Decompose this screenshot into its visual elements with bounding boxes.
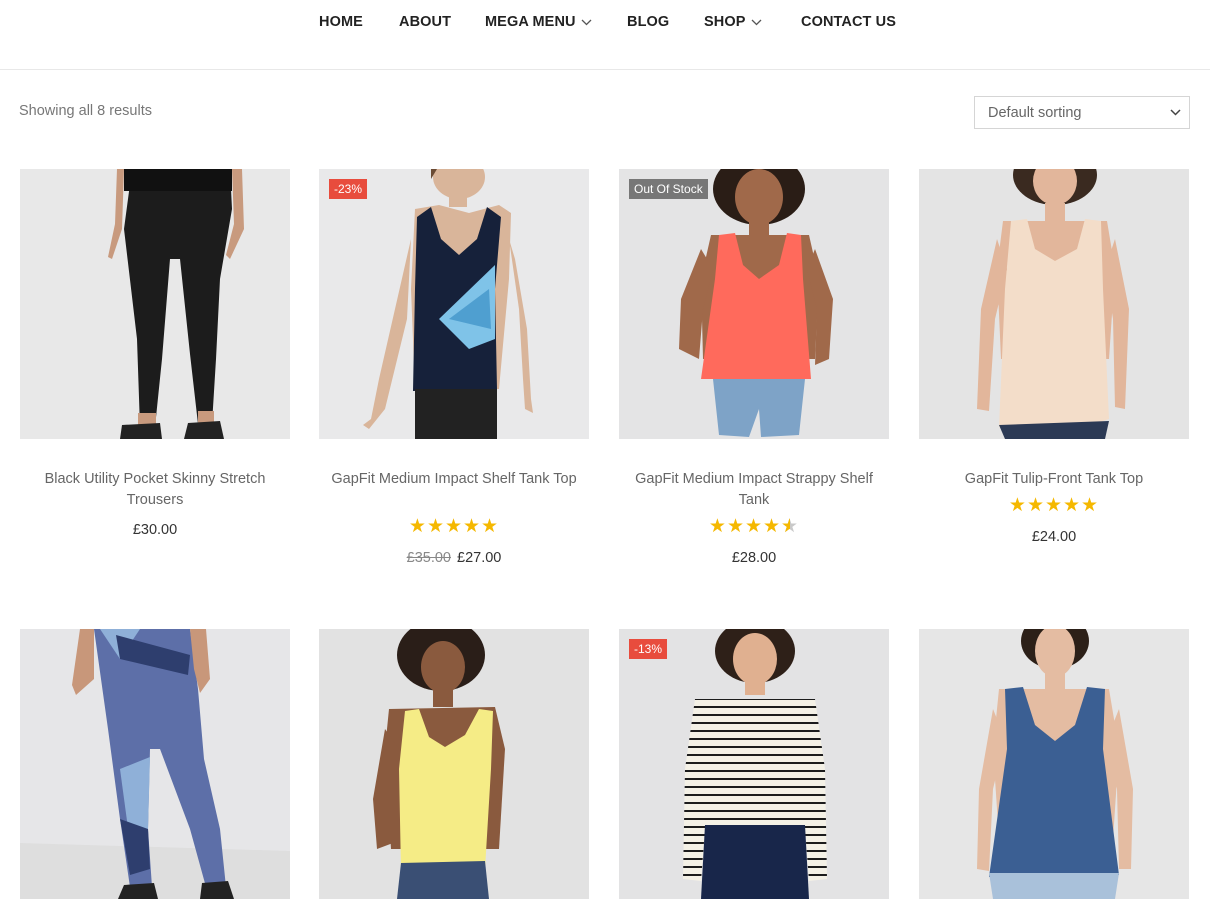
nav-about[interactable]: ABOUT [399,14,451,30]
nav-contact-us[interactable]: CONTACT US [801,14,896,30]
star-rating: ★★★★★ [408,516,500,537]
product-title[interactable]: GapFit Medium Impact Shelf Tank Top [329,469,579,490]
product-image[interactable] [20,169,290,439]
sort-select-value: Default sorting [988,104,1082,121]
product-image[interactable]: Out Of Stock [619,169,889,439]
sort-select[interactable]: Default sorting [974,96,1190,129]
product-image[interactable]: -23% [319,169,589,439]
nav-mega-menu[interactable]: MEGA MENU [485,14,592,30]
nav-about-label: ABOUT [399,14,452,30]
product-price: £30.00 [20,522,290,538]
product-price: £35.00 £27.00 [319,550,589,566]
nav-contact-us-label: CONTACT US [801,14,896,30]
nav-home-label: HOME [319,14,363,30]
result-count: Showing all 8 results [19,103,152,119]
chevron-down-icon [1170,109,1181,116]
sale-badge: -23% [329,179,368,199]
product-image[interactable] [919,629,1189,899]
current-price: £24.00 [1031,529,1077,545]
product-title[interactable]: GapFit Tulip-Front Tank Top [929,469,1179,490]
product-price: £28.00 [619,550,889,566]
product-image[interactable]: -13% [619,629,889,899]
current-price: £28.00 [731,550,777,566]
main-nav: HOME ABOUT MEGA MENU BLOG SHOP CONTACT U… [0,14,1210,36]
nav-shop-label: SHOP [704,14,746,30]
star-rating: ★★★★★ [619,517,889,538]
nav-mega-menu-label: MEGA MENU [485,14,576,30]
product-title[interactable]: GapFit Medium Impact Strappy Shelf Tank [629,469,879,511]
current-price: £30.00 [132,522,178,538]
out-of-stock-badge: Out Of Stock [629,179,708,199]
chevron-down-icon [581,19,592,26]
old-price: £35.00 [406,550,451,566]
current-price: £27.00 [457,550,502,566]
product-image[interactable] [20,629,290,899]
half-star-icon: ★ [781,517,799,538]
product-price: £24.00 [919,529,1189,545]
sale-badge: -13% [629,639,668,659]
nav-home[interactable]: HOME [319,14,363,30]
nav-blog[interactable]: BLOG [627,14,669,30]
nav-shop[interactable]: SHOP [704,14,762,30]
product-image[interactable] [919,169,1189,439]
product-image[interactable] [319,629,589,899]
product-title[interactable]: Black Utility Pocket Skinny Stretch Trou… [30,469,280,511]
site-header: HOME ABOUT MEGA MENU BLOG SHOP CONTACT U… [0,0,1210,70]
nav-blog-label: BLOG [627,14,670,30]
star-rating: ★★★★★ [1008,495,1100,516]
chevron-down-icon [751,19,762,26]
